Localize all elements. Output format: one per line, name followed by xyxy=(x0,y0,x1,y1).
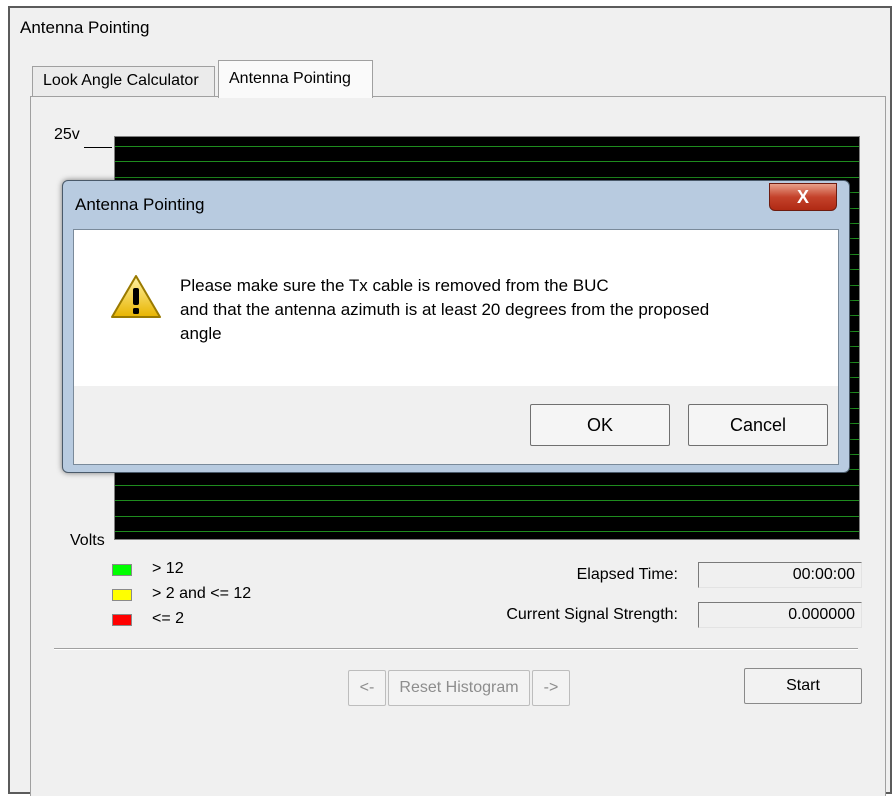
previous-button[interactable]: <- xyxy=(348,670,386,706)
legend-swatch-green xyxy=(112,564,132,576)
reset-histogram-button[interactable]: Reset Histogram xyxy=(388,670,530,706)
y-axis-max-tick xyxy=(84,147,112,148)
start-button[interactable]: Start xyxy=(744,668,862,704)
separator xyxy=(54,648,858,650)
plot-gridline xyxy=(115,146,859,147)
legend-label: > 12 xyxy=(152,560,184,577)
y-axis-label: Volts xyxy=(70,532,105,549)
legend-swatch-yellow xyxy=(112,589,132,601)
warning-dialog: Antenna Pointing X Please make sure the … xyxy=(62,180,850,473)
tab-antenna-pointing[interactable]: Antenna Pointing xyxy=(218,60,373,98)
warning-icon xyxy=(111,275,161,318)
window-title: Antenna Pointing xyxy=(20,18,150,37)
plot-gridline xyxy=(115,161,859,162)
dialog-title: Antenna Pointing xyxy=(75,195,205,214)
legend-label: > 2 and <= 12 xyxy=(152,585,252,602)
elapsed-time-field: 00:00:00 xyxy=(698,562,862,588)
y-axis-max-label: 25v xyxy=(54,126,80,143)
legend-label: <= 2 xyxy=(152,610,185,627)
tab-look-angle-calculator[interactable]: Look Angle Calculator xyxy=(32,66,215,96)
plot-gridline xyxy=(115,500,859,501)
plot-gridline xyxy=(115,516,859,517)
dialog-close-button[interactable]: X xyxy=(769,183,837,211)
close-icon: X xyxy=(796,187,809,207)
signal-strength-label: Current Signal Strength: xyxy=(506,606,678,623)
dialog-content: Please make sure the Tx cable is removed… xyxy=(74,230,838,386)
signal-strength-field: 0.000000 xyxy=(698,602,862,628)
plot-gridline xyxy=(115,531,859,532)
plot-gridline xyxy=(115,177,859,178)
elapsed-time-label: Elapsed Time: xyxy=(576,566,678,583)
dialog-body: Please make sure the Tx cable is removed… xyxy=(73,229,839,465)
next-button[interactable]: -> xyxy=(532,670,570,706)
dialog-message: Please make sure the Tx cable is removed… xyxy=(180,276,710,343)
ok-button[interactable]: OK xyxy=(530,404,670,446)
cancel-button[interactable]: Cancel xyxy=(688,404,828,446)
plot-gridline xyxy=(115,485,859,486)
legend-swatch-red xyxy=(112,614,132,626)
